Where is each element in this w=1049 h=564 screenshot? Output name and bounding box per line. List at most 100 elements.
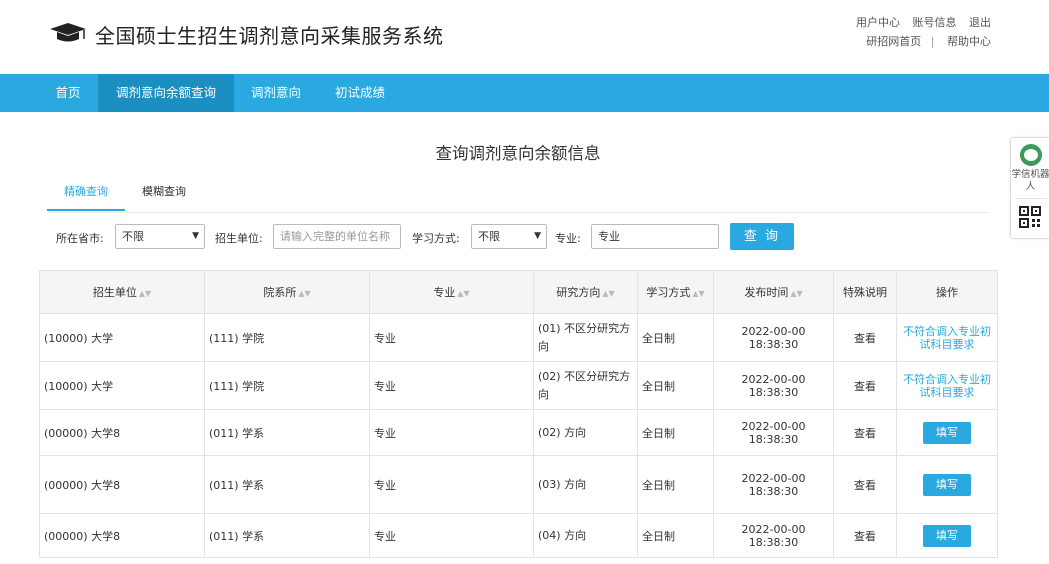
col-header-mode[interactable]: 学习方式 ▲▼ [637,270,714,314]
nav-quota-query[interactable]: 调剂意向余额查询 [98,74,234,112]
cell-action: 不符合调入专业初试科目要求 [896,313,998,362]
unit-label: 招生单位: [215,232,263,245]
col-header-major[interactable]: 专业 ▲▼ [369,270,534,314]
col-header-action: 操作 [896,270,998,314]
major-input[interactable]: 专业 [591,224,719,249]
col-header-dept[interactable]: 院系所 ▲▼ [204,270,370,314]
col-header-time[interactable]: 发布时间 ▲▼ [713,270,834,314]
cell-time: 2022-00-00 18:38:30 [713,313,834,362]
qr-code-icon[interactable] [1019,206,1041,228]
sort-icon: ▲▼ [298,289,311,298]
mode-select[interactable]: 不限 ▼ [471,224,547,249]
nav-transfer-intent[interactable]: 调剂意向 [236,74,316,112]
sort-icon: ▲▼ [457,289,470,298]
cell-unit[interactable]: (10000) 大学 [39,361,205,410]
table-header-row: 招生单位 ▲▼ 院系所 ▲▼ 专业 ▲▼ 研究方向 ▲▼ 学习方式 ▲▼ 发布时间 ▲▼ 特… [39,270,998,314]
link-help-center[interactable]: 帮助中心 [947,35,991,48]
ineligible-note[interactable]: 不符合调入专业初试科目要求 [901,373,993,399]
province-label: 所在省市: [56,232,104,245]
cell-direction: (01) 不区分研究方向 [533,313,638,362]
sort-icon: ▲▼ [602,289,615,298]
cell-time: 2022-00-00 18:38:30 [713,513,834,558]
view-note-link[interactable]: 查看 [833,513,897,558]
main-nav: 首页 调剂意向余额查询 调剂意向 初试成绩 [0,74,1049,112]
col-header-direction[interactable]: 研究方向 ▲▼ [533,270,638,314]
link-yz-home[interactable]: 研招网首页 [866,35,921,48]
province-select[interactable]: 不限 ▼ [115,224,205,249]
tab-fuzzy-query[interactable]: 模糊查询 [129,180,199,211]
view-note-link[interactable]: 查看 [833,313,897,362]
cell-unit[interactable]: (00000) 大学8 [39,409,205,456]
cell-direction: (03) 方向 [533,455,638,514]
table-row: (00000) 大学8 (011) 学系 专业 (02) 方向 全日制 2022-00-0… [39,409,998,456]
view-note-link[interactable]: 查看 [833,361,897,410]
cell-mode: 全日制 [637,313,714,362]
sort-icon: ▲▼ [790,289,803,298]
mode-label: 学习方式: [412,232,460,245]
table-row: (00000) 大学8 (011) 学系 专业 (04) 方向 全日制 2022-00-0… [39,513,998,558]
cell-unit[interactable]: (10000) 大学 [39,313,205,362]
sort-icon: ▲▼ [692,289,705,298]
cell-dept: (011) 学系 [204,513,370,558]
top-links: 用户中心 账号信息 退出 研招网首页 | 帮助中心 [847,13,991,51]
site-title: 全国硕士生招生调剂意向采集服务系统 [95,24,444,48]
robot-label[interactable]: 学信机器人 [1011,169,1049,193]
cell-time: 2022-00-00 18:38:30 [713,409,834,456]
view-note-link[interactable]: 查看 [833,409,897,456]
cell-major: 专业 [369,409,534,456]
col-header-note: 特殊说明 [833,270,897,314]
link-separator: | [930,35,935,48]
cell-time: 2022-00-00 18:38:30 [713,361,834,410]
cell-action: 填写 [896,409,998,456]
cell-major: 专业 [369,361,534,410]
table-row: (10000) 大学 (111) 学院 专业 (01) 不区分研究方向 全日制 2022-… [39,313,998,362]
province-select-value: 不限 [122,230,144,243]
graduation-cap-icon [50,23,86,42]
results-table: 招生单位 ▲▼ 院系所 ▲▼ 专业 ▲▼ 研究方向 ▲▼ 学习方式 ▲▼ 发布时间 ▲▼ 特… [39,270,998,558]
nav-home[interactable]: 首页 [40,74,96,112]
view-note-link[interactable]: 查看 [833,455,897,514]
cell-dept: (111) 学院 [204,313,370,362]
major-input-value: 专业 [598,230,620,243]
site-header: 全国硕士生招生调剂意向采集服务系统 用户中心 账号信息 退出 研招网首页 | 帮… [0,0,1049,74]
query-tabs: 精确查询 模糊查询 [47,180,989,213]
link-logout[interactable]: 退出 [969,16,991,29]
cell-major: 专业 [369,313,534,362]
chevron-down-icon: ▼ [534,231,541,241]
cell-dept: (011) 学系 [204,455,370,514]
nav-exam-scores[interactable]: 初试成绩 [320,74,400,112]
cell-mode: 全日制 [637,361,714,410]
cell-time: 2022-00-00 18:38:30 [713,455,834,514]
cell-mode: 全日制 [637,409,714,456]
link-account-info[interactable]: 账号信息 [913,16,957,29]
cell-direction: (02) 不区分研究方向 [533,361,638,410]
page-title: 查询调剂意向余额信息 [435,144,601,163]
cell-unit[interactable]: (00000) 大学8 [39,455,205,514]
fill-button[interactable]: 填写 [923,421,971,444]
cell-dept: (111) 学院 [204,361,370,410]
cell-unit[interactable]: (00000) 大学8 [39,513,205,558]
cell-mode: 全日制 [637,455,714,514]
cell-major: 专业 [369,513,534,558]
widget-divider [1015,198,1046,199]
cell-direction: (04) 方向 [533,513,638,558]
col-header-unit[interactable]: 招生单位 ▲▼ [39,270,205,314]
fill-button[interactable]: 填写 [923,524,971,547]
table-row: (00000) 大学8 (011) 学系 专业 (03) 方向 全日制 2022-00-0… [39,455,998,514]
side-widget: 学信机器人 [1010,137,1049,239]
link-user-center[interactable]: 用户中心 [856,16,900,29]
fill-button[interactable]: 填写 [923,473,971,496]
cell-dept: (011) 学系 [204,409,370,456]
major-label: 专业: [555,232,581,245]
cell-direction: (02) 方向 [533,409,638,456]
robot-icon[interactable] [1020,144,1042,166]
sort-icon: ▲▼ [138,289,152,298]
query-button[interactable]: 查 询 [730,223,794,250]
unit-input-placeholder: 请输入完整的单位名称 [280,230,390,243]
ineligible-note[interactable]: 不符合调入专业初试科目要求 [901,325,993,351]
cell-action: 填写 [896,455,998,514]
cell-action: 填写 [896,513,998,558]
unit-input[interactable]: 请输入完整的单位名称 [273,224,401,249]
tab-exact-query[interactable]: 精确查询 [47,180,125,211]
cell-action: 不符合调入专业初试科目要求 [896,361,998,410]
